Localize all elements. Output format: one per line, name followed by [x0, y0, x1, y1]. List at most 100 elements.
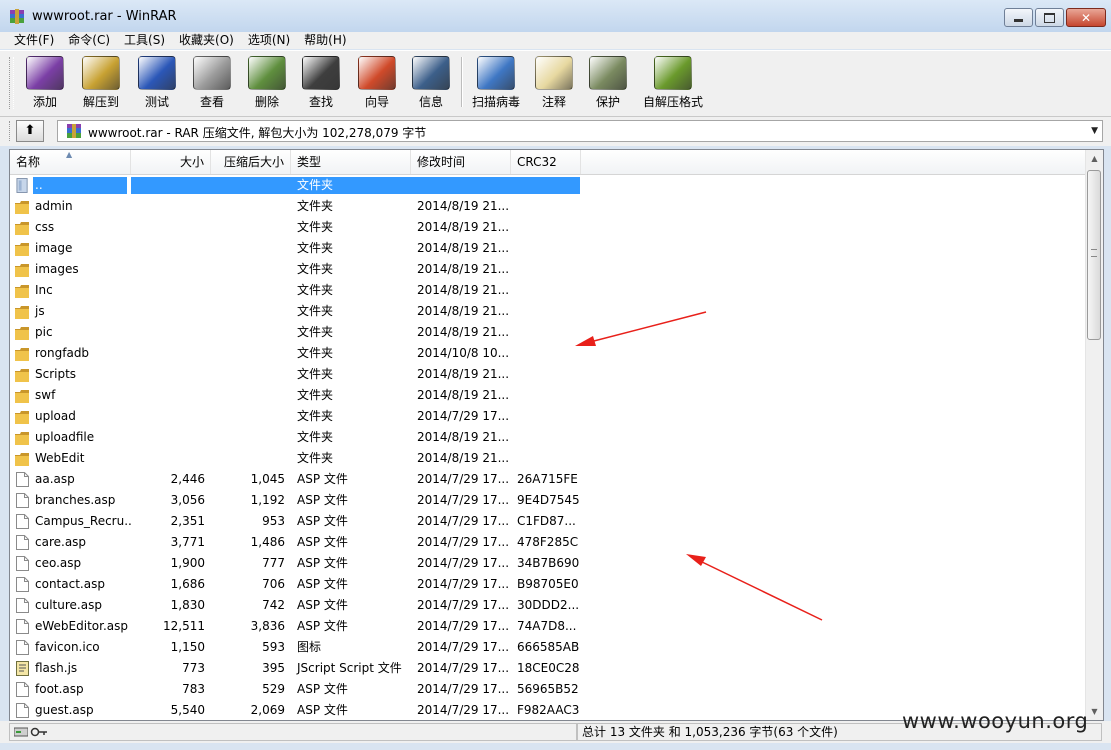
- file-list[interactable]: 名称 ▲ 大小 压缩后大小 类型 修改时间 CRC32 .. 文件夹 admin 文件…: [9, 149, 1104, 721]
- cell-name[interactable]: swf: [10, 385, 131, 406]
- table-row[interactable]: css 文件夹 2014/8/19 21...: [10, 217, 1085, 238]
- address-bar: ⬆ wwwroot.rar - RAR 压缩文件, 解包大小为 102,278,…: [0, 117, 1111, 146]
- chevron-down-icon[interactable]: ▼: [1091, 126, 1098, 136]
- toolbar-button-11[interactable]: 自解压格式: [640, 53, 706, 113]
- cell-name[interactable]: ceo.asp: [10, 553, 131, 574]
- cell-name[interactable]: care.asp: [10, 532, 131, 553]
- vertical-scrollbar[interactable]: ▲ ▼: [1085, 150, 1103, 720]
- table-row[interactable]: swf 文件夹 2014/8/19 21...: [10, 385, 1085, 406]
- toolbar-button-6[interactable]: 向导: [350, 53, 404, 113]
- table-row[interactable]: flash.js 773 395 JScript Script 文件 2014/7/29…: [10, 658, 1085, 679]
- cell-name[interactable]: ..: [10, 175, 131, 196]
- cell-name[interactable]: upload: [10, 406, 131, 427]
- cell-name[interactable]: images: [10, 259, 131, 280]
- table-row[interactable]: images 文件夹 2014/8/19 21...: [10, 259, 1085, 280]
- column-type[interactable]: 类型: [291, 150, 411, 174]
- cell-name[interactable]: WebEdit: [10, 448, 131, 469]
- column-size[interactable]: 大小: [131, 150, 211, 174]
- cell-name[interactable]: Campus_Recru...: [10, 511, 131, 532]
- address-grip[interactable]: [9, 121, 13, 141]
- cell-size: [131, 343, 211, 364]
- toolbar-button-10[interactable]: 保护: [581, 53, 635, 113]
- table-row[interactable]: uploadfile 文件夹 2014/8/19 21...: [10, 427, 1085, 448]
- table-row[interactable]: Scripts 文件夹 2014/8/19 21...: [10, 364, 1085, 385]
- table-row[interactable]: culture.asp 1,830 742 ASP 文件 2014/7/29 17...…: [10, 595, 1085, 616]
- menu-tools[interactable]: 工具(S): [117, 33, 172, 48]
- cell-name[interactable]: pic: [10, 322, 131, 343]
- table-row[interactable]: care.asp 3,771 1,486 ASP 文件 2014/7/29 17... 4…: [10, 532, 1085, 553]
- cell-name[interactable]: Scripts: [10, 364, 131, 385]
- cell-crc: F982AAC3: [517, 703, 580, 717]
- table-row[interactable]: admin 文件夹 2014/8/19 21...: [10, 196, 1085, 217]
- cell-name[interactable]: Inc: [10, 280, 131, 301]
- cell-name[interactable]: image: [10, 238, 131, 259]
- table-row[interactable]: favicon.ico 1,150 593 图标 2014/7/29 17... 6665…: [10, 637, 1085, 658]
- table-row[interactable]: image 文件夹 2014/8/19 21...: [10, 238, 1085, 259]
- maximize-button[interactable]: [1035, 8, 1064, 27]
- table-row[interactable]: Campus_Recru... 2,351 953 ASP 文件 2014/7/29 1…: [10, 511, 1085, 532]
- sfx-archive-icon: [654, 56, 692, 90]
- table-row[interactable]: contact.asp 1,686 706 ASP 文件 2014/7/29 17...…: [10, 574, 1085, 595]
- column-crc[interactable]: CRC32: [511, 150, 581, 174]
- cell-name[interactable]: contact.asp: [10, 574, 131, 595]
- table-row[interactable]: WebEdit 文件夹 2014/8/19 21...: [10, 448, 1085, 469]
- menu-commands[interactable]: 命令(C): [61, 33, 117, 48]
- table-row[interactable]: foot.asp 783 529 ASP 文件 2014/7/29 17... 56965…: [10, 679, 1085, 700]
- drive-icon[interactable]: [14, 726, 28, 738]
- column-name[interactable]: 名称 ▲: [10, 150, 131, 174]
- toolbar-button-5[interactable]: 查找: [294, 53, 348, 113]
- cell-name[interactable]: flash.js: [10, 658, 131, 679]
- winrar-app-icon[interactable]: [9, 9, 25, 24]
- menu-favorites[interactable]: 收藏夹(O): [172, 33, 241, 48]
- key-icon[interactable]: [30, 726, 48, 738]
- cell-name[interactable]: admin: [10, 196, 131, 217]
- table-row[interactable]: upload 文件夹 2014/7/29 17...: [10, 406, 1085, 427]
- scroll-up-arrow-icon[interactable]: ▲: [1086, 150, 1103, 167]
- cell-type: 图标: [297, 640, 322, 654]
- cell-name[interactable]: guest.asp: [10, 700, 131, 720]
- file-name: images: [35, 262, 79, 276]
- table-row[interactable]: eWebEditor.asp 12,511 3,836 ASP 文件 2014/7/29…: [10, 616, 1085, 637]
- cell-name[interactable]: js: [10, 301, 131, 322]
- minimize-button[interactable]: [1004, 8, 1033, 27]
- scroll-down-arrow-icon[interactable]: ▼: [1086, 703, 1103, 720]
- toolbar-button-7[interactable]: 信息: [404, 53, 458, 113]
- table-row[interactable]: js 文件夹 2014/8/19 21...: [10, 301, 1085, 322]
- cell-name[interactable]: aa.asp: [10, 469, 131, 490]
- scrollbar-thumb[interactable]: [1087, 170, 1101, 340]
- cell-name[interactable]: uploadfile: [10, 427, 131, 448]
- cell-name[interactable]: culture.asp: [10, 595, 131, 616]
- toolbar-grip[interactable]: [9, 57, 14, 109]
- cell-name[interactable]: branches.asp: [10, 490, 131, 511]
- toolbar-button-8[interactable]: 扫描病毒: [468, 53, 524, 113]
- close-button[interactable]: ✕: [1066, 8, 1106, 27]
- column-modified[interactable]: 修改时间: [411, 150, 511, 174]
- toolbar-button-9[interactable]: 注释: [527, 53, 581, 113]
- table-row[interactable]: .. 文件夹: [10, 175, 1085, 196]
- table-row[interactable]: Inc 文件夹 2014/8/19 21...: [10, 280, 1085, 301]
- toolbar-button-2[interactable]: 测试: [130, 53, 184, 113]
- table-row[interactable]: rongfadb 文件夹 2014/10/8 10...: [10, 343, 1085, 364]
- column-packed[interactable]: 压缩后大小: [211, 150, 291, 174]
- cell-name[interactable]: eWebEditor.asp: [10, 616, 131, 637]
- cell-name[interactable]: rongfadb: [10, 343, 131, 364]
- toolbar-button-4[interactable]: 删除: [240, 53, 294, 113]
- path-combobox[interactable]: wwwroot.rar - RAR 压缩文件, 解包大小为 102,278,07…: [57, 120, 1103, 142]
- cell-modified: 2014/7/29 17...: [417, 682, 510, 696]
- table-row[interactable]: aa.asp 2,446 1,045 ASP 文件 2014/7/29 17... 26A…: [10, 469, 1085, 490]
- toolbar-button-3[interactable]: 查看: [185, 53, 239, 113]
- table-row[interactable]: ceo.asp 1,900 777 ASP 文件 2014/7/29 17... 34B7…: [10, 553, 1085, 574]
- cell-name[interactable]: favicon.ico: [10, 637, 131, 658]
- menu-help[interactable]: 帮助(H): [297, 33, 353, 48]
- cell-size: [131, 217, 211, 238]
- menu-options[interactable]: 选项(N): [241, 33, 297, 48]
- toolbar-button-1[interactable]: 解压到: [74, 53, 128, 113]
- cell-name[interactable]: foot.asp: [10, 679, 131, 700]
- up-folder-button[interactable]: ⬆: [16, 120, 44, 142]
- menu-file[interactable]: 文件(F): [0, 33, 61, 48]
- table-row[interactable]: branches.asp 3,056 1,192 ASP 文件 2014/7/29 17…: [10, 490, 1085, 511]
- cell-name[interactable]: css: [10, 217, 131, 238]
- table-row[interactable]: pic 文件夹 2014/8/19 21...: [10, 322, 1085, 343]
- toolbar-button-0[interactable]: 添加: [18, 53, 72, 113]
- cell-type: 文件夹: [297, 409, 334, 423]
